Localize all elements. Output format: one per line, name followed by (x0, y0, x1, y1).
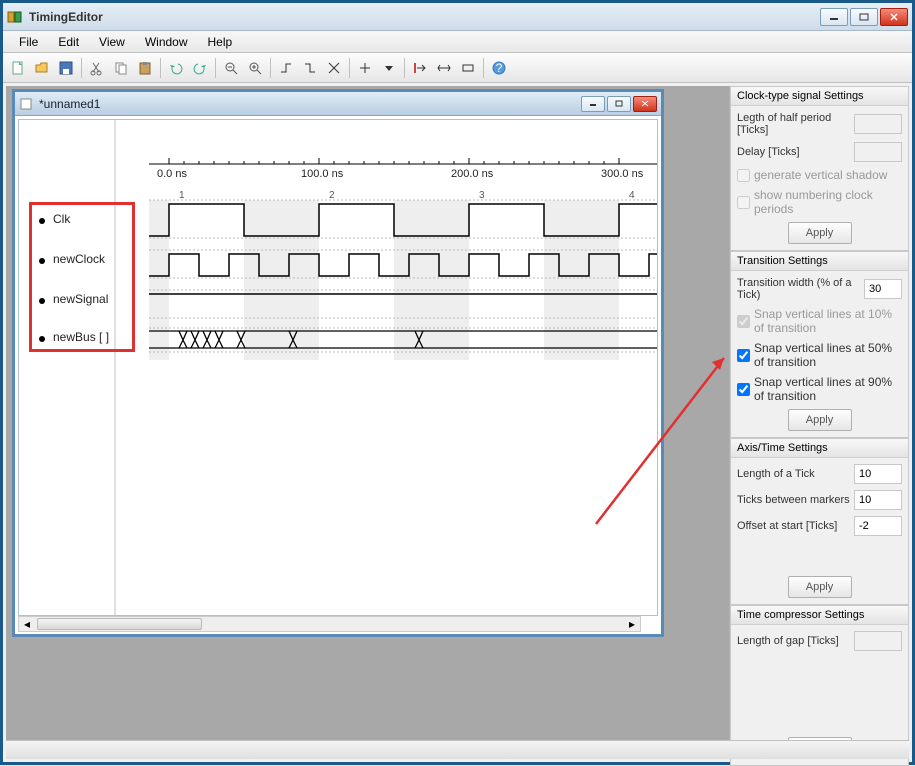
toolbar-separator (483, 58, 484, 78)
snap90-checkbox[interactable] (737, 383, 750, 396)
len-tick-label: Length of a Tick (737, 468, 850, 480)
scroll-right-icon[interactable]: ▸ (624, 617, 640, 631)
gap-label: Length of gap [Ticks] (737, 635, 850, 647)
half-period-input[interactable] (854, 114, 902, 134)
len-tick-input[interactable] (854, 464, 902, 484)
apply-button[interactable]: Apply (788, 409, 852, 431)
cycle-number: 3 (479, 190, 485, 201)
titlebar[interactable]: TimingEditor (3, 3, 912, 31)
snap10-checkbox[interactable] (737, 315, 750, 328)
toolbar-separator (215, 58, 216, 78)
toolbar-separator (160, 58, 161, 78)
toolbar-separator (349, 58, 350, 78)
panel-header: Clock-type signal Settings (731, 87, 908, 106)
zoom-out-icon[interactable] (220, 57, 242, 79)
snap10-label: Snap vertical lines at 10% of transition (754, 307, 902, 335)
panel-header: Transition Settings (731, 252, 908, 271)
scroll-left-icon[interactable]: ◂ (19, 617, 35, 631)
copy-icon[interactable] (110, 57, 132, 79)
show-num-checkbox[interactable] (737, 196, 750, 209)
snap50-label: Snap vertical lines at 50% of transition (754, 341, 902, 369)
menu-view[interactable]: View (89, 33, 135, 51)
tick-label: 300.0 ns (601, 168, 643, 180)
menubar: File Edit View Window Help (3, 31, 912, 53)
new-icon[interactable] (7, 57, 29, 79)
menu-edit[interactable]: Edit (48, 33, 89, 51)
doc-close-button[interactable] (633, 96, 657, 112)
snap50-checkbox[interactable] (737, 349, 750, 362)
redo-icon[interactable] (189, 57, 211, 79)
plus-icon[interactable] (354, 57, 376, 79)
scroll-thumb[interactable] (37, 618, 202, 630)
ticks-between-label: Ticks between markers (737, 494, 850, 506)
client-area: *unnamed1 (6, 86, 909, 740)
app-title: TimingEditor (29, 10, 820, 24)
maximize-button[interactable] (850, 8, 878, 26)
ticks-between-input[interactable] (854, 490, 902, 510)
toolbar-separator (81, 58, 82, 78)
dropdown-icon[interactable] (378, 57, 400, 79)
snap90-label: Snap vertical lines at 90% of transition (754, 375, 902, 403)
cycle-number: 1 (179, 190, 185, 201)
zoom-in-icon[interactable] (244, 57, 266, 79)
show-num-label: show numbering clock periods (754, 188, 902, 216)
offset-label: Offset at start [Ticks] (737, 520, 850, 532)
toolbar-separator (404, 58, 405, 78)
trans-width-input[interactable] (864, 279, 902, 299)
document-title: *unnamed1 (39, 97, 581, 111)
tick-label: 100.0 ns (301, 168, 343, 180)
apply-button[interactable]: Apply (788, 576, 852, 598)
save-icon[interactable] (55, 57, 77, 79)
clock-settings-panel: Clock-type signal Settings Legth of half… (730, 86, 909, 251)
document-icon (19, 97, 33, 111)
cross-icon[interactable] (323, 57, 345, 79)
half-period-label: Legth of half period [Ticks] (737, 112, 850, 136)
apply-button[interactable]: Apply (788, 222, 852, 244)
fall-edge-icon[interactable] (299, 57, 321, 79)
annotation-arrow (486, 344, 736, 534)
statusbar (6, 740, 909, 759)
settings-sidebar: Clock-type signal Settings Legth of half… (729, 86, 909, 740)
tick-label: 0.0 ns (157, 168, 187, 180)
offset-input[interactable] (854, 516, 902, 536)
cycle-number: 2 (329, 190, 335, 201)
align-left-icon[interactable] (409, 57, 431, 79)
h-scrollbar[interactable]: ◂ ▸ (18, 616, 641, 632)
toolbar-separator (270, 58, 271, 78)
menu-window[interactable]: Window (135, 33, 198, 51)
h-arrows-icon[interactable] (433, 57, 455, 79)
app-icon (7, 9, 23, 25)
delay-label: Delay [Ticks] (737, 146, 850, 158)
axis-settings-panel: Axis/Time Settings Length of a Tick Tick… (730, 438, 909, 605)
gen-shadow-label: generate vertical shadow (754, 168, 887, 182)
tick-label: 200.0 ns (451, 168, 493, 180)
toolbar: ? (3, 53, 912, 83)
transition-settings-panel: Transition Settings Transition width (% … (730, 251, 909, 438)
rect-icon[interactable] (457, 57, 479, 79)
doc-minimize-button[interactable] (581, 96, 605, 112)
trans-width-label: Transition width (% of a Tick) (737, 277, 860, 301)
panel-header: Time compressor Settings (731, 606, 908, 625)
minimize-button[interactable] (820, 8, 848, 26)
undo-icon[interactable] (165, 57, 187, 79)
svg-text:?: ? (496, 61, 503, 75)
gap-input[interactable] (854, 631, 902, 651)
window-buttons (820, 8, 908, 26)
doc-maximize-button[interactable] (607, 96, 631, 112)
delay-input[interactable] (854, 142, 902, 162)
menu-file[interactable]: File (9, 33, 48, 51)
panel-header: Axis/Time Settings (731, 439, 908, 458)
annotation-box (29, 202, 135, 352)
cut-icon[interactable] (86, 57, 108, 79)
paste-icon[interactable] (134, 57, 156, 79)
help-icon[interactable]: ? (488, 57, 510, 79)
app-window: TimingEditor File Edit View Window Help (0, 0, 915, 765)
close-button[interactable] (880, 8, 908, 26)
rise-edge-icon[interactable] (275, 57, 297, 79)
gen-shadow-checkbox[interactable] (737, 169, 750, 182)
open-icon[interactable] (31, 57, 53, 79)
menu-help[interactable]: Help (198, 33, 243, 51)
document-titlebar[interactable]: *unnamed1 (15, 92, 661, 116)
cycle-number: 4 (629, 190, 635, 201)
